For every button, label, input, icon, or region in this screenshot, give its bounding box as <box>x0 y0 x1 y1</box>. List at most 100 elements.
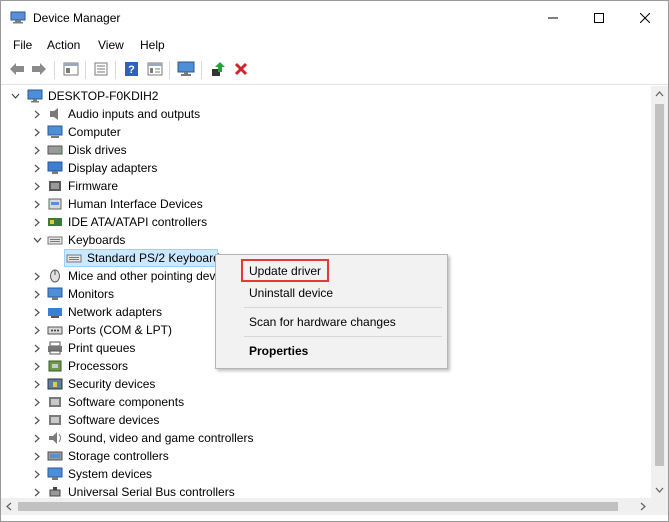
tree-node-label: Software devices <box>68 413 160 427</box>
tree-node-label: Monitors <box>68 287 115 301</box>
horizontal-scroll-thumb[interactable] <box>18 502 618 511</box>
toolbar: ? <box>1 56 668 85</box>
tree-node-label: Disk drives <box>68 143 127 157</box>
update-driver-toolbar-button[interactable] <box>208 60 228 78</box>
details-button[interactable] <box>145 60 165 78</box>
tree-node-category[interactable]: Firmware <box>5 177 645 195</box>
hid-icon <box>48 198 62 210</box>
show-hide-tree-button[interactable] <box>61 60 81 78</box>
tree-node-category[interactable]: Software devices <box>5 411 645 429</box>
tree-node-category[interactable]: Disk drives <box>5 141 645 159</box>
expand-chevron-icon[interactable] <box>31 123 43 141</box>
network-adapter-icon <box>48 308 62 318</box>
menu-help[interactable]: Help <box>140 38 165 52</box>
expand-chevron-icon[interactable] <box>31 195 43 213</box>
tree-node-category[interactable]: Software components <box>5 393 645 411</box>
uninstall-toolbar-button[interactable] <box>231 60 251 78</box>
expand-chevron-icon[interactable] <box>31 321 43 339</box>
tree-node-category[interactable]: Security devices <box>5 375 645 393</box>
tree-node-category[interactable]: IDE ATA/ATAPI controllers <box>5 213 645 231</box>
expand-chevron-icon[interactable] <box>31 393 43 411</box>
list-button[interactable] <box>91 60 111 78</box>
expand-chevron-icon[interactable] <box>31 447 43 465</box>
tree-node-label: Software components <box>68 395 185 409</box>
help-button[interactable]: ? <box>122 60 142 78</box>
tree-node-category[interactable]: Sound, video and game controllers <box>5 429 645 447</box>
collapse-chevron-icon[interactable] <box>9 87 21 105</box>
expand-chevron-icon[interactable] <box>31 465 43 483</box>
horizontal-scrollbar[interactable] <box>1 498 651 515</box>
tree-node-label: Ports (COM & LPT) <box>68 323 173 337</box>
security-device-icon <box>47 378 63 390</box>
tree-node-label: Storage controllers <box>68 449 169 463</box>
tree-node-category[interactable]: Universal Serial Bus controllers <box>5 483 645 498</box>
device-manager-window: Device Manager File Action View Help ? D… <box>0 0 669 522</box>
tree-node-label: Universal Serial Bus controllers <box>68 485 235 498</box>
toolbar-separator <box>201 61 202 79</box>
context-menu: Update driver Uninstall device Scan for … <box>215 254 448 369</box>
tree-node-label: Audio inputs and outputs <box>68 107 201 121</box>
tree-root[interactable]: DESKTOP-F0KDIH2 <box>5 87 305 105</box>
toolbar-separator <box>85 61 86 79</box>
tree-node-label: Processors <box>68 359 129 373</box>
scroll-up-arrow-icon[interactable] <box>655 91 664 97</box>
expand-chevron-icon[interactable] <box>31 303 43 321</box>
title-bar[interactable]: Device Manager <box>1 1 668 34</box>
menu-file[interactable]: File <box>13 38 32 52</box>
keyboard-icon <box>47 236 63 245</box>
expand-chevron-icon[interactable] <box>31 357 43 375</box>
menu-update-driver[interactable]: Update driver <box>249 264 321 278</box>
maximize-button[interactable] <box>576 1 622 34</box>
expand-chevron-icon[interactable] <box>31 267 43 285</box>
menu-scan-hardware-changes[interactable]: Scan for hardware changes <box>249 315 396 329</box>
tree-node-label: Keyboards <box>68 233 126 247</box>
menu-properties[interactable]: Properties <box>249 344 308 358</box>
usb-controller-icon <box>49 487 61 497</box>
expand-chevron-icon[interactable] <box>31 411 43 429</box>
vertical-scrollbar[interactable] <box>651 86 668 498</box>
collapse-chevron-icon[interactable] <box>31 231 43 249</box>
minimize-button[interactable] <box>530 1 576 34</box>
tree-node-category[interactable]: Audio inputs and outputs <box>5 105 645 123</box>
expand-chevron-icon[interactable] <box>31 429 43 447</box>
tree-node-device-label: Standard PS/2 Keyboard <box>87 251 220 265</box>
scroll-right-arrow-icon[interactable] <box>640 502 646 511</box>
expand-chevron-icon[interactable] <box>31 285 43 303</box>
toolbar-separator <box>169 61 170 79</box>
help-icon: ? <box>125 62 138 76</box>
tree-node-category[interactable]: Human Interface Devices <box>5 195 645 213</box>
expand-chevron-icon[interactable] <box>31 339 43 357</box>
tree-node-category[interactable]: Keyboards <box>5 231 645 249</box>
menu-view[interactable]: View <box>98 38 124 52</box>
tree-node-label: Sound, video and game controllers <box>68 431 254 445</box>
computer-icon <box>47 125 63 138</box>
expand-chevron-icon[interactable] <box>31 177 43 195</box>
tree-node-label: Firmware <box>68 179 118 193</box>
menu-separator <box>244 336 442 337</box>
expand-chevron-icon[interactable] <box>31 159 43 177</box>
forward-button[interactable] <box>29 60 49 78</box>
uninstall-x-icon <box>234 62 248 76</box>
expand-chevron-icon[interactable] <box>31 213 43 231</box>
scroll-down-arrow-icon[interactable] <box>655 487 664 493</box>
scroll-left-arrow-icon[interactable] <box>6 502 12 511</box>
keyboard-device-icon <box>66 254 82 263</box>
tree-node-category[interactable]: Display adapters <box>5 159 645 177</box>
vertical-scroll-thumb[interactable] <box>655 104 664 466</box>
expand-chevron-icon[interactable] <box>31 141 43 159</box>
menu-uninstall-device[interactable]: Uninstall device <box>249 286 333 300</box>
menu-action[interactable]: Action <box>47 38 80 52</box>
close-button[interactable] <box>622 1 668 34</box>
tree-root-label: DESKTOP-F0KDIH2 <box>48 89 159 103</box>
tree-node-category[interactable]: Computer <box>5 123 645 141</box>
toolbar-separator <box>54 61 55 79</box>
expand-chevron-icon[interactable] <box>31 105 43 123</box>
tree-node-category[interactable]: Storage controllers <box>5 447 645 465</box>
expand-chevron-icon[interactable] <box>31 483 43 498</box>
update-driver-icon <box>212 62 225 76</box>
scan-hardware-button[interactable] <box>176 60 196 78</box>
tree-node-category[interactable]: System devices <box>5 465 645 483</box>
expand-chevron-icon[interactable] <box>31 375 43 393</box>
back-button[interactable] <box>7 60 27 78</box>
computer-monitor-icon <box>177 61 195 76</box>
